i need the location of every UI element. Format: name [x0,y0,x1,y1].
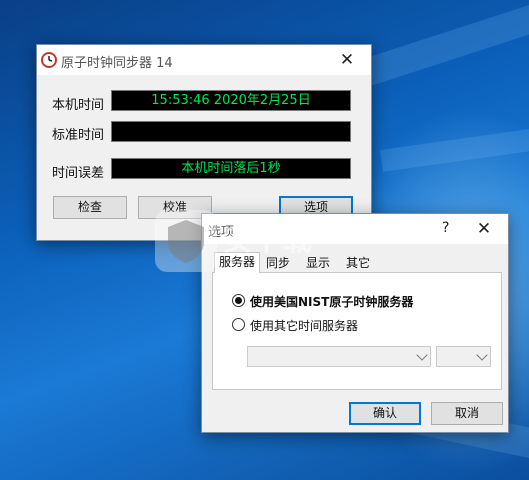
check-button[interactable]: 检查 [53,196,127,219]
wallpaper-beam [360,0,529,87]
nist-server-radio[interactable] [232,294,245,307]
standard-time-label: 标准时间 [52,128,105,143]
chevron-down-icon [416,349,428,361]
ok-button[interactable]: 确认 [349,402,421,425]
clock-app-icon [41,52,57,68]
other-server-label[interactable]: 使用其它时间服务器 [250,317,358,334]
local-time-label: 本机时间 [52,98,105,113]
window-title: 原子时钟同步器 14 [61,56,173,71]
server-address-combo[interactable] [247,346,431,367]
watermark-text: 安下载 [222,223,312,258]
help-button[interactable]: ? [442,220,449,236]
time-error-display: 本机时间落后1秒 [111,158,351,179]
close-button[interactable]: ✕ [325,47,369,73]
chevron-down-icon [476,349,488,361]
standard-time-display [111,121,351,142]
cancel-button[interactable]: 取消 [431,402,503,425]
title-bar[interactable]: 原子时钟同步器 14 ✕ [37,45,371,75]
watermark-logo [155,210,217,272]
shield-icon [168,220,204,263]
options-close-button[interactable]: ✕ [462,216,506,242]
radio-selected-dot [235,297,242,304]
other-server-radio[interactable] [232,318,245,331]
local-time-display: 15:53:46 2020年2月25日 [111,90,351,111]
time-error-label: 时间误差 [52,166,105,181]
tab-other[interactable]: 其它 [340,254,376,272]
server-tab-panel: 使用美国NIST原子时钟服务器 使用其它时间服务器 [212,273,502,390]
nist-server-label[interactable]: 使用美国NIST原子时钟服务器 [250,293,413,310]
wallpaper-beam [380,119,529,172]
server-port-combo[interactable] [436,346,491,367]
